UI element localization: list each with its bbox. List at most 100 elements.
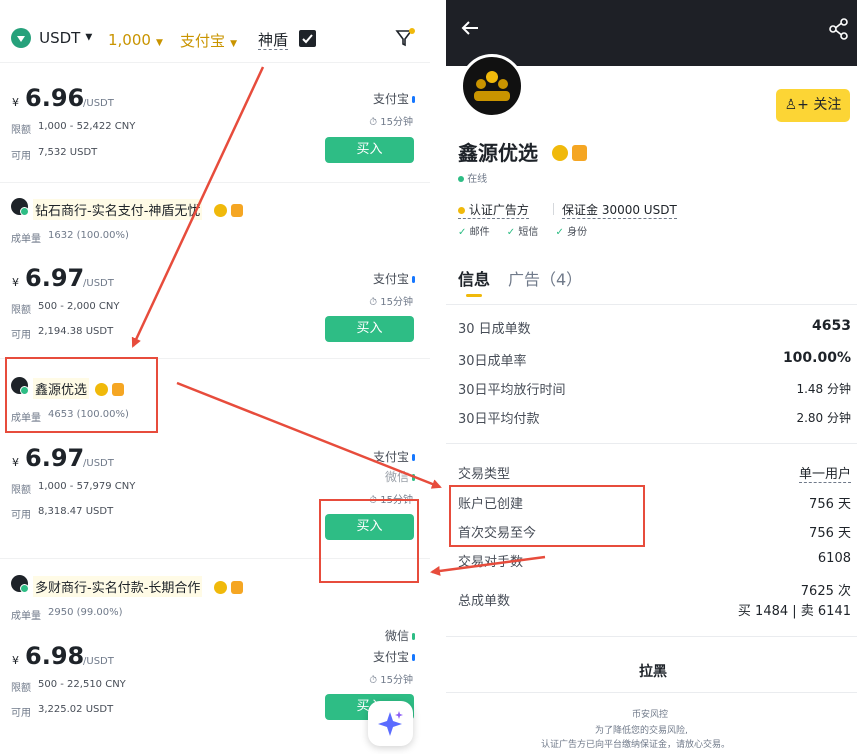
stat-value: 2.80 分钟 [796,411,851,425]
limit-label: 限额 [11,683,31,694]
price-unit: /USDT [83,458,114,469]
payment-selector[interactable]: 支付宝 ▼ [180,30,237,51]
detail-value[interactable]: 单一用户 [798,463,851,483]
available-value: 3,225.02 USDT [38,704,114,715]
detail-label: 交易对手数 [458,555,524,570]
price: 6.96 [25,84,85,112]
stat-label: 30日成单率 [458,354,527,369]
yen-symbol: ¥ [12,276,19,289]
gold-badge-icon [214,204,227,217]
tab-ads[interactable]: 广告（4） [508,266,582,290]
available-label: 可用 [11,330,31,341]
shield-label: 神盾 [258,31,289,50]
price: 6.97 [25,264,85,292]
stat-value: 1.48 分钟 [796,382,851,396]
ai-assistant-button[interactable] [368,701,413,746]
shield-filter[interactable]: 神盾 [258,29,317,50]
divider [446,443,857,444]
stat-label: 30日平均放行时间 [458,383,566,398]
available-label: 可用 [11,510,31,521]
payment-time: ⏱ 15分钟 [369,117,413,128]
stat-label: 30 日成单数 [458,322,531,337]
risk-title: 币安风控 [632,710,669,720]
limit-label: 限额 [11,485,31,496]
price-unit: /USDT [83,656,114,667]
payment-method: 微信 [385,627,415,644]
price: 6.98 [25,642,85,670]
payment-time: ⏱ 15分钟 [369,675,413,686]
limit-label: 限额 [11,125,31,136]
verified-advertiser[interactable]: 认证广告方 [458,201,529,219]
avatar[interactable] [11,575,29,593]
yen-symbol: ¥ [12,456,19,469]
payment-method: 支付宝 [373,90,415,107]
payment-method: 支付宝 [373,270,415,287]
merchant-name[interactable]: 多财商行-实名付款-长期合作 [33,576,203,597]
amount-selector[interactable]: 1,000 ▼ [108,30,163,49]
clock-icon: ⏱ [369,117,378,128]
tab-active-indicator [466,294,482,297]
sparkle-icon [378,711,403,736]
yen-symbol: ¥ [12,96,19,109]
checkbox-checked-icon[interactable] [299,30,317,47]
shield-badge-icon [231,204,243,217]
amount-label: 1,000 [108,31,151,49]
limit-value: 1,000 - 52,422 CNY [38,121,136,132]
risk-text: 为了降低您的交易风险, [595,726,688,736]
coin-selector[interactable]: USDT ▼ [11,27,92,49]
payment-method: 支付宝 [373,648,415,665]
orders-value: 1632 (100.00%) [48,230,129,241]
available-value: 2,194.38 USDT [38,326,114,337]
clock-icon: ⏱ [369,675,378,686]
limit-value: 500 - 2,000 CNY [38,301,120,312]
payment-label: 支付宝 [180,32,226,50]
stat-label: 30日平均付款 [458,412,540,427]
limit-label: 限额 [11,305,31,316]
available-label: 可用 [11,151,31,162]
avatar[interactable] [11,198,29,216]
divider [446,304,857,305]
merchant-avatar [460,54,524,118]
merchant-name: 鑫源优选 [458,141,538,165]
caret-down-icon: ▼ [156,38,163,48]
highlight-buy-box [319,499,419,583]
buy-sell-split: 买 1484 | 卖 6141 [737,604,851,619]
deposit-info[interactable]: 保证金 30000 USDT [562,201,677,219]
risk-text: 认证广告方已向平台缴纳保证金，请放心交易。 [541,740,731,750]
caret-down-icon: ▼ [85,32,93,43]
buy-button[interactable]: 买入 [325,316,414,342]
highlight-account-age-box [449,485,645,547]
detail-label: 交易类型 [458,467,511,482]
filter-icon[interactable] [394,27,416,49]
tab-info[interactable]: 信息 [458,266,490,290]
gold-badge-icon [552,144,568,161]
divider [553,203,554,215]
add-user-icon: ♙+ [784,97,809,113]
merchant-name[interactable]: 钻石商行-实名支付-神盾无忧 [33,199,203,220]
limit-value: 500 - 22,510 CNY [38,679,126,690]
detail-value: 7625 次 [800,584,851,599]
coin-label: USDT [39,28,81,47]
merchant-badges [214,200,243,219]
back-arrow-icon[interactable] [458,16,482,44]
share-icon[interactable] [828,18,850,44]
payment-method: 微信 [385,468,415,485]
gold-badge-icon [214,581,227,594]
block-button[interactable]: 拉黑 [639,661,667,681]
merchant-badges [552,142,587,161]
merchant-profile-panel: ♙+ 关注 鑫源优选 在线 认证广告方 保证金 30000 USDT ✓ 邮件 … [446,0,857,754]
available-label: 可用 [11,708,31,719]
detail-value: 756 天 [809,526,851,541]
detail-value: 6108 [817,551,851,566]
available-value: 8,318.47 USDT [38,506,114,517]
caret-down-icon: ▼ [230,39,238,49]
follow-button[interactable]: ♙+ 关注 [776,89,850,122]
clock-icon: ⏱ [369,297,378,308]
buy-button[interactable]: 买入 [325,137,414,163]
highlight-merchant-box [5,357,158,433]
stat-value: 100.00% [782,350,851,366]
usdt-icon [11,27,31,48]
online-status: 在线 [458,170,487,185]
price-unit: /USDT [83,98,114,109]
stat-value: 4653 [812,318,851,334]
